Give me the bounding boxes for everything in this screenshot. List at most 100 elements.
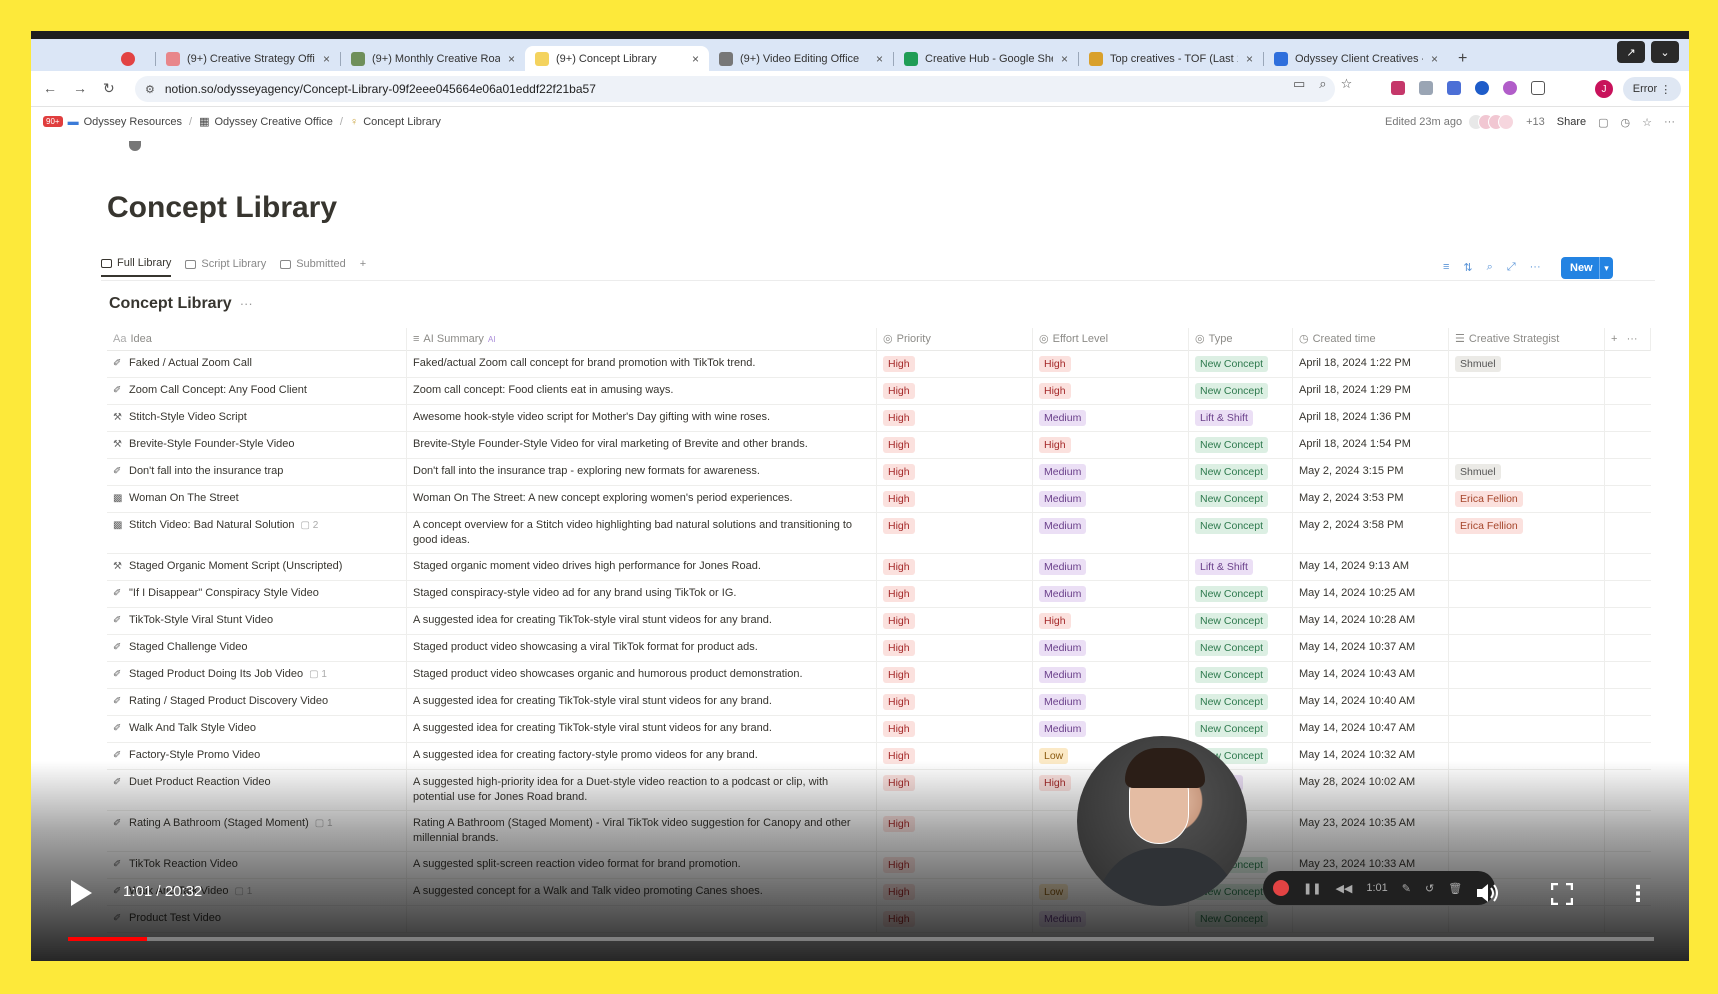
column-header-idea[interactable]: Aa Idea: [107, 328, 407, 351]
table-row[interactable]: ✐ Product Test Video High Medium New Concept: [107, 906, 1651, 933]
site-settings-icon[interactable]: ⚙: [145, 83, 155, 96]
strategist-cell[interactable]: Erica Fellion: [1449, 513, 1605, 553]
idea-cell[interactable]: ▩ Stitch Video: Bad Natural Solution ▢ 2: [107, 513, 407, 553]
priority-cell[interactable]: High: [877, 811, 1033, 851]
table-row[interactable]: ✐ Rating A Bathroom (Staged Moment) ▢ 1 Rat…: [107, 811, 1651, 852]
summary-cell[interactable]: A suggested idea for creating TikTok-sty…: [407, 608, 877, 634]
summary-cell[interactable]: Don't fall into the insurance trap - exp…: [407, 459, 877, 485]
table-row[interactable]: ✐ Duet Product Reaction Video A suggested …: [107, 770, 1651, 811]
profile-avatar[interactable]: J: [1595, 80, 1613, 98]
type-cell[interactable]: New Concept: [1189, 432, 1293, 458]
error-pill[interactable]: Error ⋮: [1623, 77, 1681, 101]
strategist-cell[interactable]: [1449, 405, 1605, 431]
type-cell[interactable]: Lift & Shift: [1189, 554, 1293, 580]
strategist-cell[interactable]: Shmuel: [1449, 459, 1605, 485]
browser-tab[interactable]: (9+) Video Editing Office ×: [709, 46, 893, 72]
effort-cell[interactable]: Medium: [1033, 581, 1189, 607]
effort-cell[interactable]: High: [1033, 608, 1189, 634]
priority-cell[interactable]: High: [877, 513, 1033, 553]
browser-tab[interactable]: Top creatives - TOF (Last 14 ×: [1079, 46, 1263, 72]
column-header-type[interactable]: ◎ Type: [1189, 328, 1293, 351]
summary-cell[interactable]: A suggested idea for creating TikTok-sty…: [407, 716, 877, 742]
priority-cell[interactable]: High: [877, 662, 1033, 688]
idea-cell[interactable]: ✐ Don't fall into the insurance trap: [107, 459, 407, 485]
collaborator-avatars[interactable]: [1468, 114, 1515, 130]
priority-cell[interactable]: High: [877, 378, 1033, 404]
strategist-cell[interactable]: [1449, 635, 1605, 661]
summary-cell[interactable]: Staged organic moment video drives high …: [407, 554, 877, 580]
rewind-icon[interactable]: ◀◀: [1335, 882, 1352, 895]
extension-icon[interactable]: [1447, 81, 1461, 95]
table-row[interactable]: ✐ Faked / Actual Zoom Call Faked/actual Zo…: [107, 351, 1651, 378]
expand-icon[interactable]: ⤢: [1507, 261, 1516, 274]
table-row[interactable]: ✐ "If I Disappear" Conspiracy Style Video…: [107, 581, 1651, 608]
idea-cell[interactable]: ▩ Woman On The Street: [107, 486, 407, 512]
table-row[interactable]: ⚒ Brevite-Style Founder-Style Video Brevit…: [107, 432, 1651, 459]
summary-cell[interactable]: Brevite-Style Founder-Style Video for vi…: [407, 432, 877, 458]
strategist-cell[interactable]: [1449, 432, 1605, 458]
video-progress-bar[interactable]: [68, 937, 1654, 941]
strategist-cell[interactable]: [1449, 689, 1605, 715]
chevron-down-icon[interactable]: ▾: [1599, 257, 1613, 279]
close-icon[interactable]: ×: [1246, 52, 1253, 66]
strategist-cell[interactable]: [1449, 662, 1605, 688]
volume-icon[interactable]: [1475, 881, 1501, 905]
effort-cell[interactable]: Medium: [1033, 689, 1189, 715]
priority-cell[interactable]: High: [877, 635, 1033, 661]
history-icon[interactable]: ◷: [1621, 116, 1631, 129]
close-icon[interactable]: ×: [692, 52, 699, 66]
priority-cell[interactable]: High: [877, 432, 1033, 458]
idea-cell[interactable]: ⚒ Brevite-Style Founder-Style Video: [107, 432, 407, 458]
type-cell[interactable]: New Concept: [1189, 689, 1293, 715]
effort-cell[interactable]: Medium: [1033, 459, 1189, 485]
search-icon[interactable]: ⌕: [1487, 261, 1493, 274]
idea-cell[interactable]: ✐ Staged Product Doing Its Job Video ▢ 1: [107, 662, 407, 688]
idea-cell[interactable]: ✐ Rating / Staged Product Discovery Video: [107, 689, 407, 715]
effort-cell[interactable]: Medium: [1033, 662, 1189, 688]
browser-tab[interactable]: Creative Hub - Google Sheet ×: [894, 46, 1078, 72]
priority-cell[interactable]: High: [877, 554, 1033, 580]
browser-tab[interactable]: [111, 46, 155, 72]
summary-cell[interactable]: A suggested split-screen reaction video …: [407, 852, 877, 878]
fullscreen-icon[interactable]: [1551, 883, 1573, 905]
strategist-cell[interactable]: [1449, 554, 1605, 580]
zoom-icon[interactable]: ⌕: [1319, 76, 1326, 92]
table-row[interactable]: ✐ Staged Challenge Video Staged product vi…: [107, 635, 1651, 662]
column-header-effort[interactable]: ◎ Effort Level: [1033, 328, 1189, 351]
new-button[interactable]: New ▾: [1561, 257, 1613, 279]
effort-cell[interactable]: High: [1033, 432, 1189, 458]
video-more-icon[interactable]: ⋮: [1627, 881, 1649, 907]
type-cell[interactable]: New Concept: [1189, 662, 1293, 688]
strategist-cell[interactable]: [1449, 608, 1605, 634]
table-row[interactable]: ⚒ Staged Organic Moment Script (Unscripte…: [107, 554, 1651, 581]
popout-icon[interactable]: ↗: [1617, 41, 1645, 63]
breadcrumb-item[interactable]: Concept Library: [363, 116, 441, 128]
priority-cell[interactable]: High: [877, 351, 1033, 377]
browser-tab[interactable]: (9+) Concept Library ×: [525, 46, 709, 72]
comment-count[interactable]: ▢ 1: [234, 886, 252, 897]
table-row[interactable]: ✐ Walk And Talk Style Video A suggested id…: [107, 716, 1651, 743]
effort-cell[interactable]: High: [1033, 351, 1189, 377]
type-cell[interactable]: New Concept: [1189, 608, 1293, 634]
priority-cell[interactable]: High: [877, 608, 1033, 634]
inbox-badge[interactable]: 90+: [43, 116, 63, 127]
summary-cell[interactable]: Staged product video showcases organic a…: [407, 662, 877, 688]
strategist-cell[interactable]: [1449, 811, 1605, 851]
type-cell[interactable]: New Concept: [1189, 906, 1293, 932]
more-icon[interactable]: ···: [1664, 116, 1675, 128]
database-title[interactable]: Concept Library ···: [109, 295, 253, 313]
summary-cell[interactable]: Faked/actual Zoom call concept for brand…: [407, 351, 877, 377]
add-column-button[interactable]: + ···: [1605, 328, 1651, 351]
close-icon[interactable]: ×: [876, 52, 883, 66]
page-title[interactable]: Concept Library: [107, 191, 337, 225]
effort-cell[interactable]: Medium: [1033, 635, 1189, 661]
effort-cell[interactable]: Medium: [1033, 906, 1189, 932]
play-icon[interactable]: [69, 879, 93, 907]
tab-search-icon[interactable]: ⌄: [1651, 41, 1679, 63]
idea-cell[interactable]: ⚒ Stitch-Style Video Script: [107, 405, 407, 431]
type-cell[interactable]: New Concept: [1189, 378, 1293, 404]
draw-icon[interactable]: ✎: [1402, 882, 1411, 895]
summary-cell[interactable]: A suggested idea for creating factory-st…: [407, 743, 877, 769]
column-header-strategist[interactable]: ☰ Creative Strategist: [1449, 328, 1605, 351]
table-row[interactable]: ✐ Rating / Staged Product Discovery Video…: [107, 689, 1651, 716]
